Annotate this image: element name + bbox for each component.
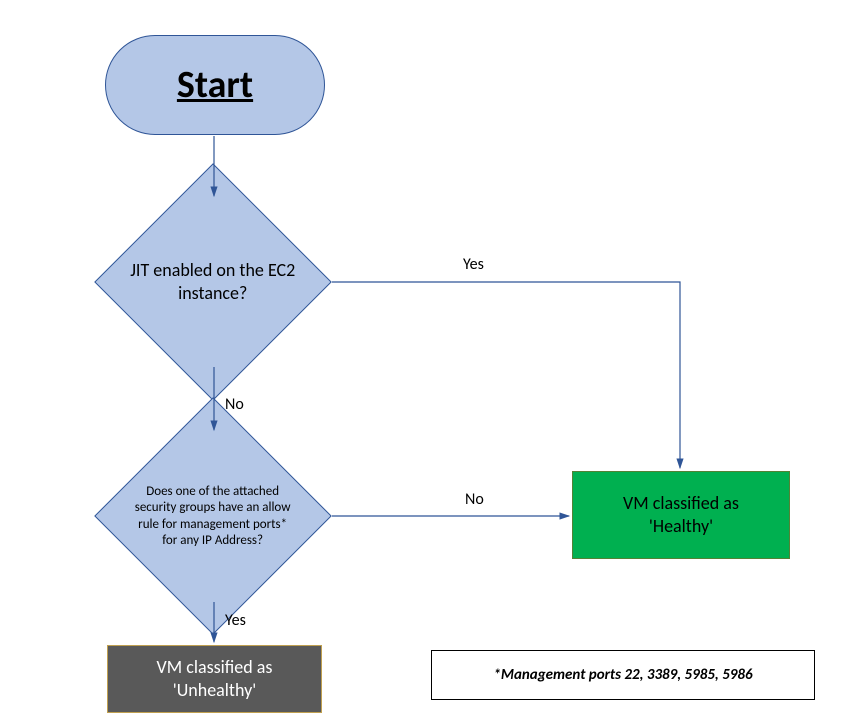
healthy-line2: 'Healthy' <box>649 515 713 537</box>
start-node: Start <box>105 35 325 135</box>
healthy-text: VM classified as 'Healthy' <box>623 492 739 539</box>
unhealthy-text: VM classified as 'Unhealthy' <box>157 656 273 703</box>
label-d1-yes: Yes <box>463 255 484 274</box>
unhealthy-line2: 'Unhealthy' <box>173 679 256 701</box>
unhealthy-line1: VM classified as <box>157 656 273 678</box>
healthy-line1: VM classified as <box>623 492 739 514</box>
result-unhealthy: VM classified as 'Unhealthy' <box>107 645 322 713</box>
label-d1-no: No <box>225 395 244 414</box>
note-label: *Management ports 22, 3389, 5985, 5986 <box>493 666 752 684</box>
result-healthy: VM classified as 'Healthy' <box>572 471 790 559</box>
decision-security-group: Does one of the attached security groups… <box>94 397 332 635</box>
decision-sg-label: Does one of the attached security groups… <box>130 484 296 549</box>
label-d2-yes: Yes <box>225 611 246 630</box>
decision-jit-enabled: JIT enabled on the EC2 instance? <box>94 163 332 401</box>
label-d2-no: No <box>465 490 484 509</box>
decision-jit-label: JIT enabled on the EC2 instance? <box>130 259 296 306</box>
note-management-ports: *Management ports 22, 3389, 5985, 5986 <box>431 650 815 700</box>
start-label: Start <box>177 62 253 108</box>
